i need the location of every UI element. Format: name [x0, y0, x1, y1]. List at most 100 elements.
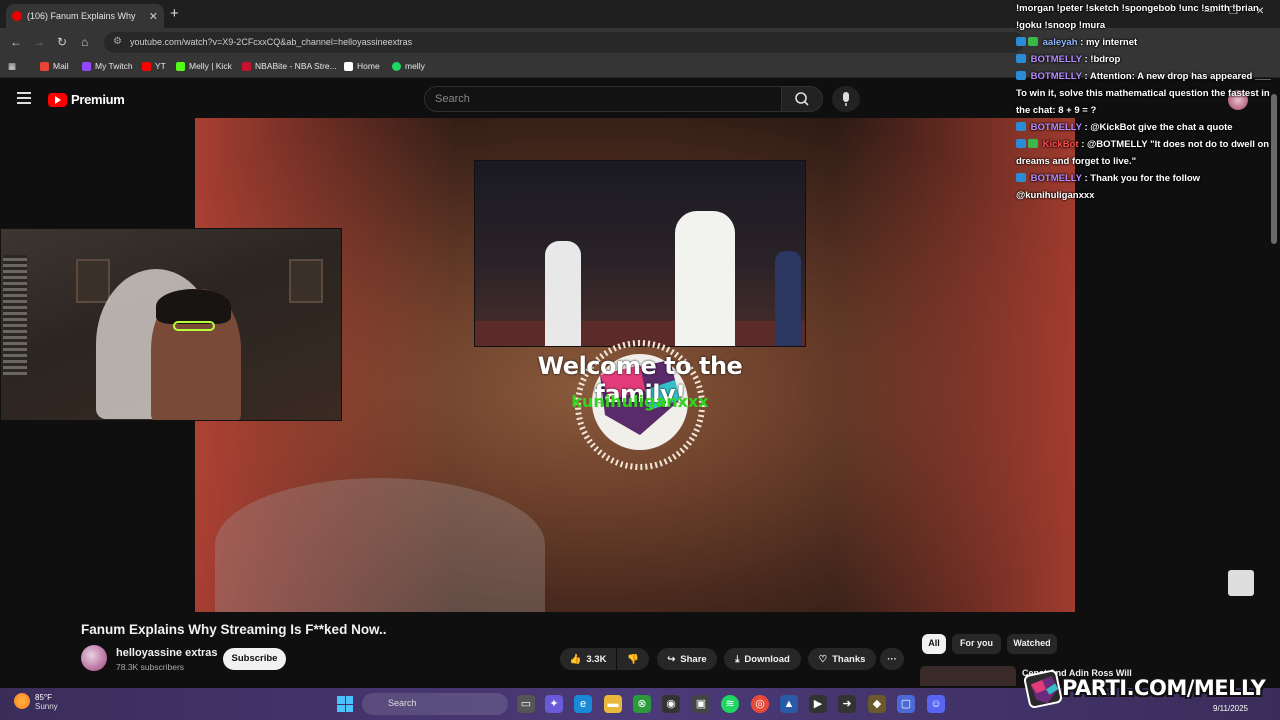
bookmark-home[interactable]: Home — [344, 61, 380, 71]
app-icon[interactable]: ▢ — [897, 695, 915, 713]
task-view-icon[interactable]: ▭ — [517, 695, 535, 713]
search-icon — [795, 92, 809, 106]
mic-icon — [843, 92, 849, 106]
home-icon[interactable]: ⌂ — [81, 35, 88, 49]
app-icon[interactable]: ➜ — [838, 695, 856, 713]
chat-username: BOTMELLY — [1030, 122, 1082, 133]
copilot-icon[interactable]: ✦ — [545, 695, 563, 713]
youtube-logo[interactable]: Premium — [48, 92, 125, 107]
chat-message: aaleyah : my internet — [1016, 34, 1278, 51]
parti-logo-icon — [1022, 668, 1064, 710]
search-placeholder: Search — [435, 93, 470, 105]
tab-title: (106) Fanum Explains Why — [27, 11, 136, 21]
chat-username: BOTMELLY — [1030, 173, 1082, 184]
new-tab-button[interactable]: + — [170, 5, 179, 22]
menu-icon[interactable] — [17, 92, 31, 104]
badge-icon — [1016, 139, 1026, 148]
taskbar-search[interactable]: Search — [362, 693, 508, 715]
youtube-favicon-icon — [12, 11, 22, 21]
media-player-icon[interactable]: ▶ — [809, 695, 827, 713]
like-button[interactable]: 👍 3.3K — [560, 648, 616, 670]
reload-icon[interactable]: ↻ — [57, 35, 67, 49]
thanks-icon: ♡ — [818, 653, 828, 665]
recommended-thumbnail[interactable] — [920, 666, 1016, 686]
voice-search-button[interactable] — [832, 86, 860, 112]
wall-frame — [76, 259, 110, 303]
parti-brand-text: PARTI.COM/MELLY — [1062, 676, 1266, 700]
chat-username: KickBot — [1042, 139, 1079, 150]
webcam-overlay — [0, 228, 342, 421]
bookmark-melly-kick[interactable]: Melly | Kick — [176, 61, 232, 71]
edge-icon[interactable]: e — [574, 695, 592, 713]
share-icon: ↪ — [667, 653, 676, 665]
badge-icon — [1016, 37, 1026, 46]
chrome-icon[interactable]: ◎ — [751, 695, 769, 713]
chat-message: !morgan !peter !sketch !spongebob !unc !… — [1016, 3, 1259, 31]
chat-username: aaleyah — [1042, 37, 1078, 48]
store-icon[interactable]: ▣ — [692, 695, 710, 713]
channel-watermark-icon[interactable] — [1228, 570, 1254, 596]
nba-icon — [242, 61, 251, 71]
channel-avatar[interactable] — [81, 645, 107, 671]
xbox-icon[interactable]: ⊗ — [633, 695, 651, 713]
download-button[interactable]: ⤓ Download — [724, 648, 801, 670]
chip-all[interactable]: All — [922, 634, 946, 654]
follower-name: kunihuliganxxx — [571, 392, 709, 411]
official-figure — [775, 251, 801, 346]
obs-icon[interactable]: ◉ — [662, 695, 680, 713]
badge-icon — [1028, 37, 1038, 46]
dislike-button[interactable]: 👎 — [617, 648, 649, 670]
thumbs-down-icon: 👎 — [627, 653, 639, 665]
badge-icon — [1016, 173, 1026, 182]
weather-widget[interactable]: 85°F Sunny — [14, 693, 58, 711]
channel-name[interactable]: helloyassine extras — [116, 647, 218, 659]
badge-icon — [1016, 71, 1026, 80]
more-icon: ··· — [887, 653, 897, 665]
bookmark-nbabite[interactable]: NBABite - NBA Stre... — [242, 61, 337, 71]
subscriber-count: 78.3K subscribers — [116, 662, 185, 672]
url-text: youtube.com/watch?v=X9-2CFcxxCQ&ab_chann… — [130, 37, 413, 47]
url-field[interactable]: ⚙ youtube.com/watch?v=X9-2CFcxxCQ&ab_cha… — [104, 32, 1024, 53]
close-tab-icon[interactable]: ✕ — [149, 10, 158, 23]
browser-tab[interactable]: (106) Fanum Explains Why ✕ — [6, 4, 164, 28]
start-button[interactable] — [337, 696, 353, 712]
thanks-button[interactable]: ♡ Thanks — [808, 648, 876, 670]
bookmark-my-twitch[interactable]: My Twitch — [82, 61, 133, 71]
taskbar-search-label: Search — [388, 698, 417, 708]
share-button[interactable]: ↪ Share — [657, 648, 717, 670]
subscribe-button[interactable]: Subscribe — [223, 648, 286, 670]
chat-message: BOTMELLY : Thank you for the follow @kun… — [1016, 173, 1201, 201]
chip-for-you[interactable]: For you — [952, 634, 1001, 654]
badge-icon — [1028, 139, 1038, 148]
sun-icon — [14, 693, 30, 709]
photos-icon[interactable]: ▲ — [780, 695, 798, 713]
weather-condition: Sunny — [35, 702, 58, 711]
streamer-hair — [156, 289, 231, 324]
back-icon[interactable]: ← — [10, 35, 22, 49]
youtube-icon — [142, 61, 151, 71]
bookmark-yt[interactable]: YT — [142, 61, 166, 71]
thumbs-up-icon: 👍 — [569, 653, 582, 665]
apps-grid-icon[interactable]: ▦ — [8, 61, 16, 72]
twitch-icon — [82, 61, 91, 71]
search-input[interactable]: Search — [424, 86, 782, 112]
blurred-person — [215, 478, 545, 612]
spotify-icon — [392, 61, 401, 71]
spotify-icon[interactable]: ≋ — [721, 695, 739, 713]
search-button[interactable] — [781, 86, 823, 112]
video-title: Fanum Explains Why Streaming Is F**ked N… — [81, 622, 387, 637]
parti-brand-overlay: PARTI.COM/MELLY — [1022, 668, 1280, 712]
bookmark-melly[interactable]: melly — [392, 61, 425, 71]
bookmark-mail[interactable]: Mail — [40, 61, 69, 71]
app-icon[interactable]: ◆ — [868, 695, 886, 713]
x-icon — [344, 61, 353, 71]
site-info-icon[interactable]: ⚙ — [113, 36, 122, 47]
more-actions-button[interactable]: ··· — [880, 648, 904, 670]
chip-watched[interactable]: Watched — [1007, 634, 1057, 654]
kick-icon — [176, 61, 185, 71]
forward-icon[interactable]: → — [33, 35, 45, 49]
wall-frame — [289, 259, 323, 303]
chat-message: BOTMELLY : @KickBot give the chat a quot… — [1016, 119, 1278, 136]
file-explorer-icon[interactable]: ▬ — [604, 695, 622, 713]
discord-icon[interactable]: ☺ — [927, 695, 945, 713]
